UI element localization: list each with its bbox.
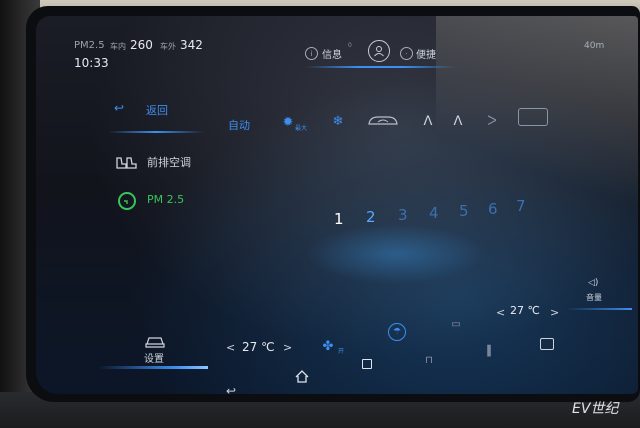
settings-underline — [98, 366, 208, 369]
mirror-icon[interactable] — [540, 338, 554, 350]
pm-status-label: PM2.5 — [74, 40, 105, 51]
fan-level-3[interactable]: 3 — [398, 206, 408, 224]
settings-button[interactable]: 设置 — [144, 350, 164, 365]
airflow-face-feet-icon[interactable]: ᐱ — [448, 113, 468, 129]
back-arrow-icon: ↩ — [114, 101, 125, 115]
display-bezel: PM2.5 车内 260 车外 342 10:33 40m i 信息 0 · 便… — [26, 6, 640, 402]
inside-pm-value: 260 — [130, 38, 153, 52]
outside-label: 车外 — [160, 42, 176, 51]
fan-level-2[interactable]: 2 — [366, 208, 376, 226]
infotainment-screen: PM2.5 车内 260 车外 342 10:33 40m i 信息 0 · 便… — [36, 16, 638, 394]
fan-level-7[interactable]: 7 — [516, 197, 526, 215]
rear-defrost-icon[interactable]: ▭ — [448, 318, 464, 330]
recirculation-icon[interactable] — [366, 113, 400, 129]
info-badge: 0 — [348, 42, 352, 49]
auto-mode-button[interactable]: 自动 — [228, 117, 250, 133]
back-button[interactable]: 返回 — [146, 102, 168, 118]
max-label: 最大 — [295, 125, 308, 132]
fan-level-5[interactable]: 5 — [459, 202, 469, 220]
pause-icon[interactable]: ∥ — [482, 343, 496, 357]
tab-underline — [306, 66, 456, 68]
pm25-item[interactable]: PM 2.5 — [147, 193, 184, 206]
right-temp-down[interactable]: < — [496, 306, 505, 319]
volume-label[interactable]: 音量 — [586, 292, 602, 303]
volume-underline — [566, 308, 632, 310]
right-temp-value: 27 ℃ — [510, 304, 540, 317]
speaker-icon: ◁) — [588, 278, 599, 288]
info-icon: i — [305, 47, 318, 60]
car-settings-icon — [144, 334, 166, 348]
shortcut-icon: · — [400, 47, 413, 60]
fan-level-6[interactable]: 6 — [488, 200, 498, 218]
right-temp-up[interactable]: > — [550, 306, 559, 319]
left-temp-up[interactable]: > — [283, 341, 292, 354]
fan-wave-glow — [306, 224, 486, 284]
seat-icon — [114, 154, 138, 170]
max-heat-icon[interactable]: ✹ — [280, 114, 296, 130]
lock-icon[interactable]: ⊓ — [422, 354, 436, 366]
ac-snowflake-icon[interactable]: ❄ — [330, 113, 346, 129]
user-avatar-icon[interactable] — [368, 40, 390, 62]
clock: 10:33 — [74, 56, 109, 70]
tab-shortcut[interactable]: 便捷 — [416, 46, 436, 61]
fan-icon[interactable]: ✤ — [320, 338, 336, 354]
fan-level-1[interactable]: 1 — [334, 210, 344, 228]
distance-readout: 40m — [584, 41, 605, 51]
nav-home-icon[interactable] — [294, 368, 310, 384]
tab-info[interactable]: 信息 — [322, 46, 342, 61]
front-ac-item[interactable]: 前排空调 — [147, 154, 191, 170]
climate-mode-icon[interactable]: ☂ — [388, 323, 406, 341]
outside-pm-value: 342 — [180, 38, 203, 52]
fan-level-4[interactable]: 4 — [429, 204, 439, 222]
left-temp-down[interactable]: < — [226, 341, 235, 354]
watermark: EV世纪 — [572, 401, 619, 417]
fan-on-label: 开 — [338, 348, 345, 355]
airflow-face-icon[interactable]: ᐱ — [418, 113, 438, 129]
left-temp-value: 27 ℃ — [242, 340, 275, 354]
sidebar-divider — [108, 131, 204, 133]
nav-back-icon[interactable]: ↩ — [226, 384, 236, 394]
airflow-feet-icon[interactable]: ᐳ — [482, 113, 502, 129]
inside-label: 车内 — [110, 42, 126, 51]
pm25-status-icon — [118, 192, 136, 210]
defrost-icon[interactable] — [518, 108, 548, 126]
nav-recents-icon[interactable] — [362, 359, 372, 369]
